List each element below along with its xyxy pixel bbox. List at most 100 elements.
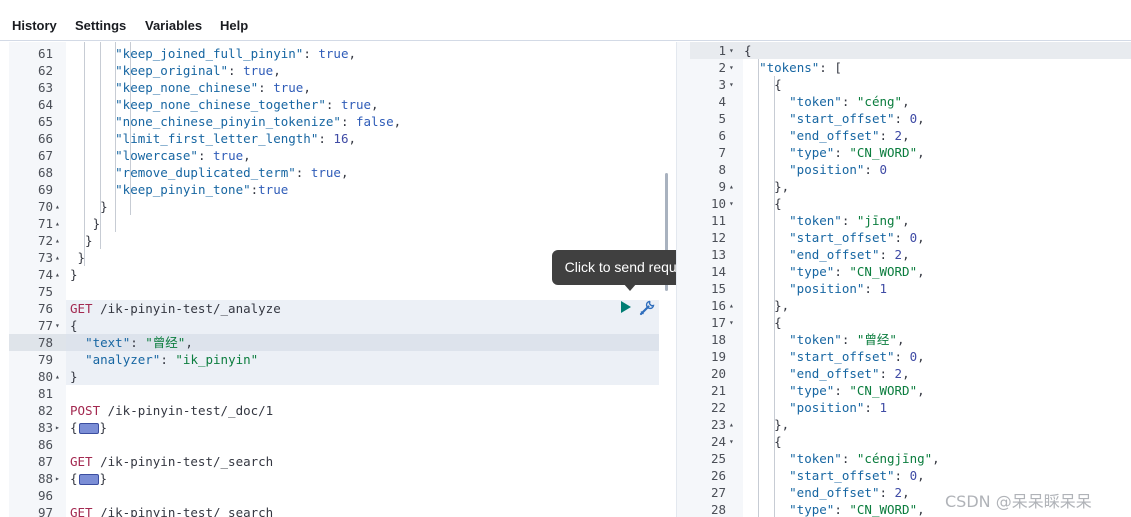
editor-line[interactable]: 71 ▴ } (9, 215, 675, 232)
editor-line[interactable]: 80 ▴} (9, 368, 675, 385)
fold-toggle-icon[interactable]: ▾ (729, 59, 734, 76)
code-text: } (70, 250, 86, 265)
send-request-button[interactable] (621, 301, 631, 313)
code-text: { (70, 318, 78, 333)
line-number: 6 (718, 128, 726, 143)
output-line[interactable]: 17 ▾ { (690, 314, 1131, 331)
code-text: "keep_none_chinese": true, (115, 80, 311, 95)
editor-line[interactable]: 88 ▸ {} (9, 470, 675, 487)
editor-line[interactable]: 72 ▴ } (9, 232, 675, 249)
menu-settings[interactable]: Settings (75, 18, 126, 33)
editor-line[interactable]: 75 (9, 283, 675, 300)
output-line[interactable]: 8 "position": 0 (690, 161, 1131, 178)
fold-toggle-icon[interactable]: ▾ (729, 314, 734, 331)
fold-toggle-icon[interactable]: ▴ (55, 368, 60, 385)
output-line[interactable]: 21 "type": "CN_WORD", (690, 382, 1131, 399)
output-line[interactable]: 20 "end_offset": 2, (690, 365, 1131, 382)
output-line[interactable]: 6 "end_offset": 2, (690, 127, 1131, 144)
editor-line[interactable]: 69 "keep_pinyin_tone":true (9, 181, 675, 198)
output-line[interactable]: 16 ▴ }, (690, 297, 1131, 314)
fold-toggle-icon[interactable]: ▴ (729, 297, 734, 314)
editor-line[interactable]: 96 (9, 487, 675, 504)
fold-toggle-icon[interactable]: ▾ (55, 317, 60, 334)
output-line[interactable]: 11 "token": "jīng", (690, 212, 1131, 229)
wrench-icon[interactable] (638, 299, 656, 317)
fold-toggle-icon[interactable]: ▴ (729, 178, 734, 195)
output-line[interactable]: 25 "token": "céngjīng", (690, 450, 1131, 467)
editor-line[interactable]: 64 "keep_none_chinese_together": true, (9, 96, 675, 113)
fold-toggle-icon[interactable]: ▸ (55, 470, 60, 487)
output-line[interactable]: 1 ▾ { (690, 42, 1131, 59)
editor-line[interactable]: 81 (9, 385, 675, 402)
editor-line[interactable]: 67 "lowercase": true, (9, 147, 675, 164)
editor-line[interactable]: 86 (9, 436, 675, 453)
editor-line[interactable]: 65 "none_chinese_pinyin_tokenize": false… (9, 113, 675, 130)
menu-variables[interactable]: Variables (145, 18, 202, 33)
editor-line[interactable]: 62 "keep_original": true, (9, 62, 675, 79)
output-line[interactable]: 2 ▾ "tokens": [ (690, 59, 1131, 76)
fold-toggle-icon[interactable]: ▴ (55, 249, 60, 266)
line-number: 5 (718, 111, 726, 126)
editor-line[interactable]: 66 "limit_first_letter_length": 16, (9, 130, 675, 147)
code-text: "limit_first_letter_length": 16, (115, 131, 357, 146)
editor-line[interactable]: 78 "text": "曾经", (9, 334, 675, 351)
line-number: 66 (37, 131, 53, 146)
editor-line[interactable]: 79 "analyzer": "ik_pinyin" (9, 351, 675, 368)
output-line[interactable]: 9 ▴ }, (690, 178, 1131, 195)
fold-toggle-icon[interactable]: ▾ (729, 433, 734, 450)
output-line[interactable]: 23 ▴ }, (690, 416, 1131, 433)
fold-toggle-icon[interactable]: ▴ (55, 215, 60, 232)
output-line[interactable]: 3 ▾ { (690, 76, 1131, 93)
editor-line[interactable]: 87 GET /ik-pinyin-test/_search (9, 453, 675, 470)
code-text: { (744, 43, 752, 58)
output-line[interactable]: 22 "position": 1 (690, 399, 1131, 416)
menu-help[interactable]: Help (220, 18, 248, 33)
editor-line[interactable]: 97 GET /ik-pinyin-test/_search (9, 504, 675, 517)
editor-line[interactable]: 77 ▾ { (9, 317, 675, 334)
line-number: 9 (718, 179, 726, 194)
code-text: "start_offset": 0, (789, 230, 925, 245)
output-line[interactable]: 7 "type": "CN_WORD", (690, 144, 1131, 161)
menu-history[interactable]: History (12, 18, 57, 33)
code-text: } (70, 233, 93, 248)
fold-toggle-icon[interactable]: ▾ (729, 195, 734, 212)
fold-toggle-icon[interactable]: ▸ (55, 419, 60, 436)
code-text: } (70, 369, 78, 384)
output-line[interactable]: 12 "start_offset": 0, (690, 229, 1131, 246)
line-number: 8 (718, 162, 726, 177)
editor-line[interactable]: 83 ▸ {} (9, 419, 675, 436)
code-text: }, (744, 298, 790, 313)
output-line[interactable]: 19 "start_offset": 0, (690, 348, 1131, 365)
code-text: { (744, 77, 782, 92)
output-line[interactable]: 26 "start_offset": 0, (690, 467, 1131, 484)
collapsed-block-marker[interactable] (78, 423, 99, 434)
line-number: 63 (37, 80, 53, 95)
editor-line[interactable]: 68 "remove_duplicated_term": true, (9, 164, 675, 181)
output-line[interactable]: 18 "token": "曾经", (690, 331, 1131, 348)
editor-line[interactable]: 76 GET /ik-pinyin-test/_analyze (9, 300, 675, 317)
output-line[interactable]: 10 ▾ { (690, 195, 1131, 212)
editor-line[interactable]: 63 "keep_none_chinese": true, (9, 79, 675, 96)
output-line[interactable]: 4 "token": "céng", (690, 93, 1131, 110)
response-output[interactable]: 1 ▾{2 ▾ "tokens": [3 ▾ {4 "token": "céng", 5… (690, 42, 1131, 517)
line-number: 1 (718, 43, 726, 58)
code-text: GET /ik-pinyin-test/_search (70, 505, 274, 517)
fold-toggle-icon[interactable]: ▴ (55, 198, 60, 215)
output-line[interactable]: 5 "start_offset": 0, (690, 110, 1131, 127)
fold-toggle-icon[interactable]: ▴ (729, 416, 734, 433)
collapsed-block-marker[interactable] (78, 474, 99, 485)
editor-line[interactable]: 70 ▴ } (9, 198, 675, 215)
output-line[interactable]: 14 "type": "CN_WORD", (690, 263, 1131, 280)
fold-toggle-icon[interactable]: ▴ (55, 232, 60, 249)
output-line[interactable]: 15 "position": 1 (690, 280, 1131, 297)
pane-resizer[interactable] (676, 42, 690, 517)
editor-line[interactable]: 82 POST /ik-pinyin-test/_doc/1 (9, 402, 675, 419)
editor-line[interactable]: 61 "keep_joined_full_pinyin": true, (9, 45, 675, 62)
line-number: 23 (710, 417, 726, 432)
code-text: "type": "CN_WORD", (789, 383, 925, 398)
fold-toggle-icon[interactable]: ▾ (729, 42, 734, 59)
output-line[interactable]: 13 "end_offset": 2, (690, 246, 1131, 263)
fold-toggle-icon[interactable]: ▴ (55, 266, 60, 283)
fold-toggle-icon[interactable]: ▾ (729, 76, 734, 93)
output-line[interactable]: 24 ▾ { (690, 433, 1131, 450)
